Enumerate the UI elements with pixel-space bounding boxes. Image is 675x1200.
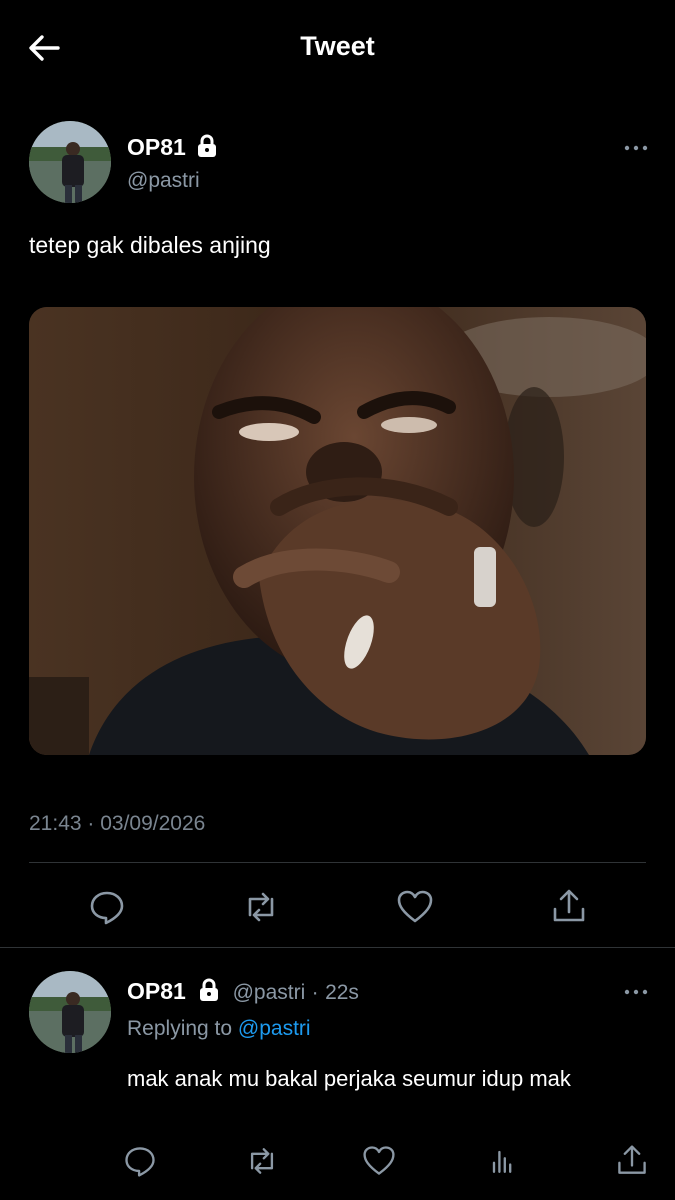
tweet-text: tetep gak dibales anjing (29, 232, 271, 258)
retweet-icon (250, 1148, 274, 1174)
reply-text: mak anak mu bakal perjaka seumur idup ma… (127, 1066, 571, 1091)
comment-icon (90, 891, 124, 925)
author-name-row: OP81 (127, 134, 218, 161)
avatar[interactable] (29, 121, 111, 203)
tweet-timestamp[interactable]: 21:43 · 03/09/2026 (29, 812, 205, 836)
replying-prefix: Replying to (127, 1017, 233, 1040)
time-ago[interactable]: 22s (325, 981, 359, 1004)
avatar[interactable] (29, 971, 111, 1053)
mention-link[interactable]: @pastri (238, 1017, 311, 1040)
more-dots-icon[interactable] (622, 987, 652, 997)
like-button[interactable] (361, 1143, 401, 1183)
lock-icon (200, 978, 219, 1001)
share-icon (618, 1145, 646, 1174)
separator: · (311, 981, 319, 1004)
reply-author-row: OP81 @pastri · 22s (127, 978, 359, 1005)
retweet-icon (248, 892, 274, 922)
replying-to: Replying to @pastri (127, 1017, 311, 1041)
lock-icon (198, 134, 217, 157)
display-name[interactable]: OP81 (127, 134, 186, 160)
crying-man-image (29, 307, 646, 755)
retweet-button[interactable] (244, 1143, 284, 1183)
retweet-button[interactable] (241, 887, 281, 927)
more-dots-icon[interactable] (622, 143, 652, 153)
comment-icon (125, 1147, 155, 1177)
reply-button[interactable] (122, 1143, 162, 1183)
display-name[interactable]: OP81 (127, 978, 186, 1004)
share-button[interactable] (549, 887, 589, 927)
divider (29, 862, 646, 863)
reply-button[interactable] (87, 887, 127, 927)
share-icon (553, 889, 585, 922)
heart-icon (397, 890, 433, 923)
author-handle[interactable]: @pastri (233, 981, 306, 1004)
tweet-media[interactable] (29, 307, 646, 755)
divider (0, 947, 675, 948)
share-button[interactable] (614, 1143, 654, 1183)
author-handle[interactable]: @pastri (127, 169, 200, 193)
heart-icon (363, 1146, 395, 1175)
avatar-image (29, 971, 111, 1053)
avatar-image (29, 121, 111, 203)
like-button[interactable] (395, 887, 435, 927)
page-title: Tweet (300, 31, 375, 61)
top-bar: Tweet (0, 0, 675, 96)
views-button[interactable] (485, 1143, 525, 1183)
bar-chart-icon (492, 1150, 512, 1173)
